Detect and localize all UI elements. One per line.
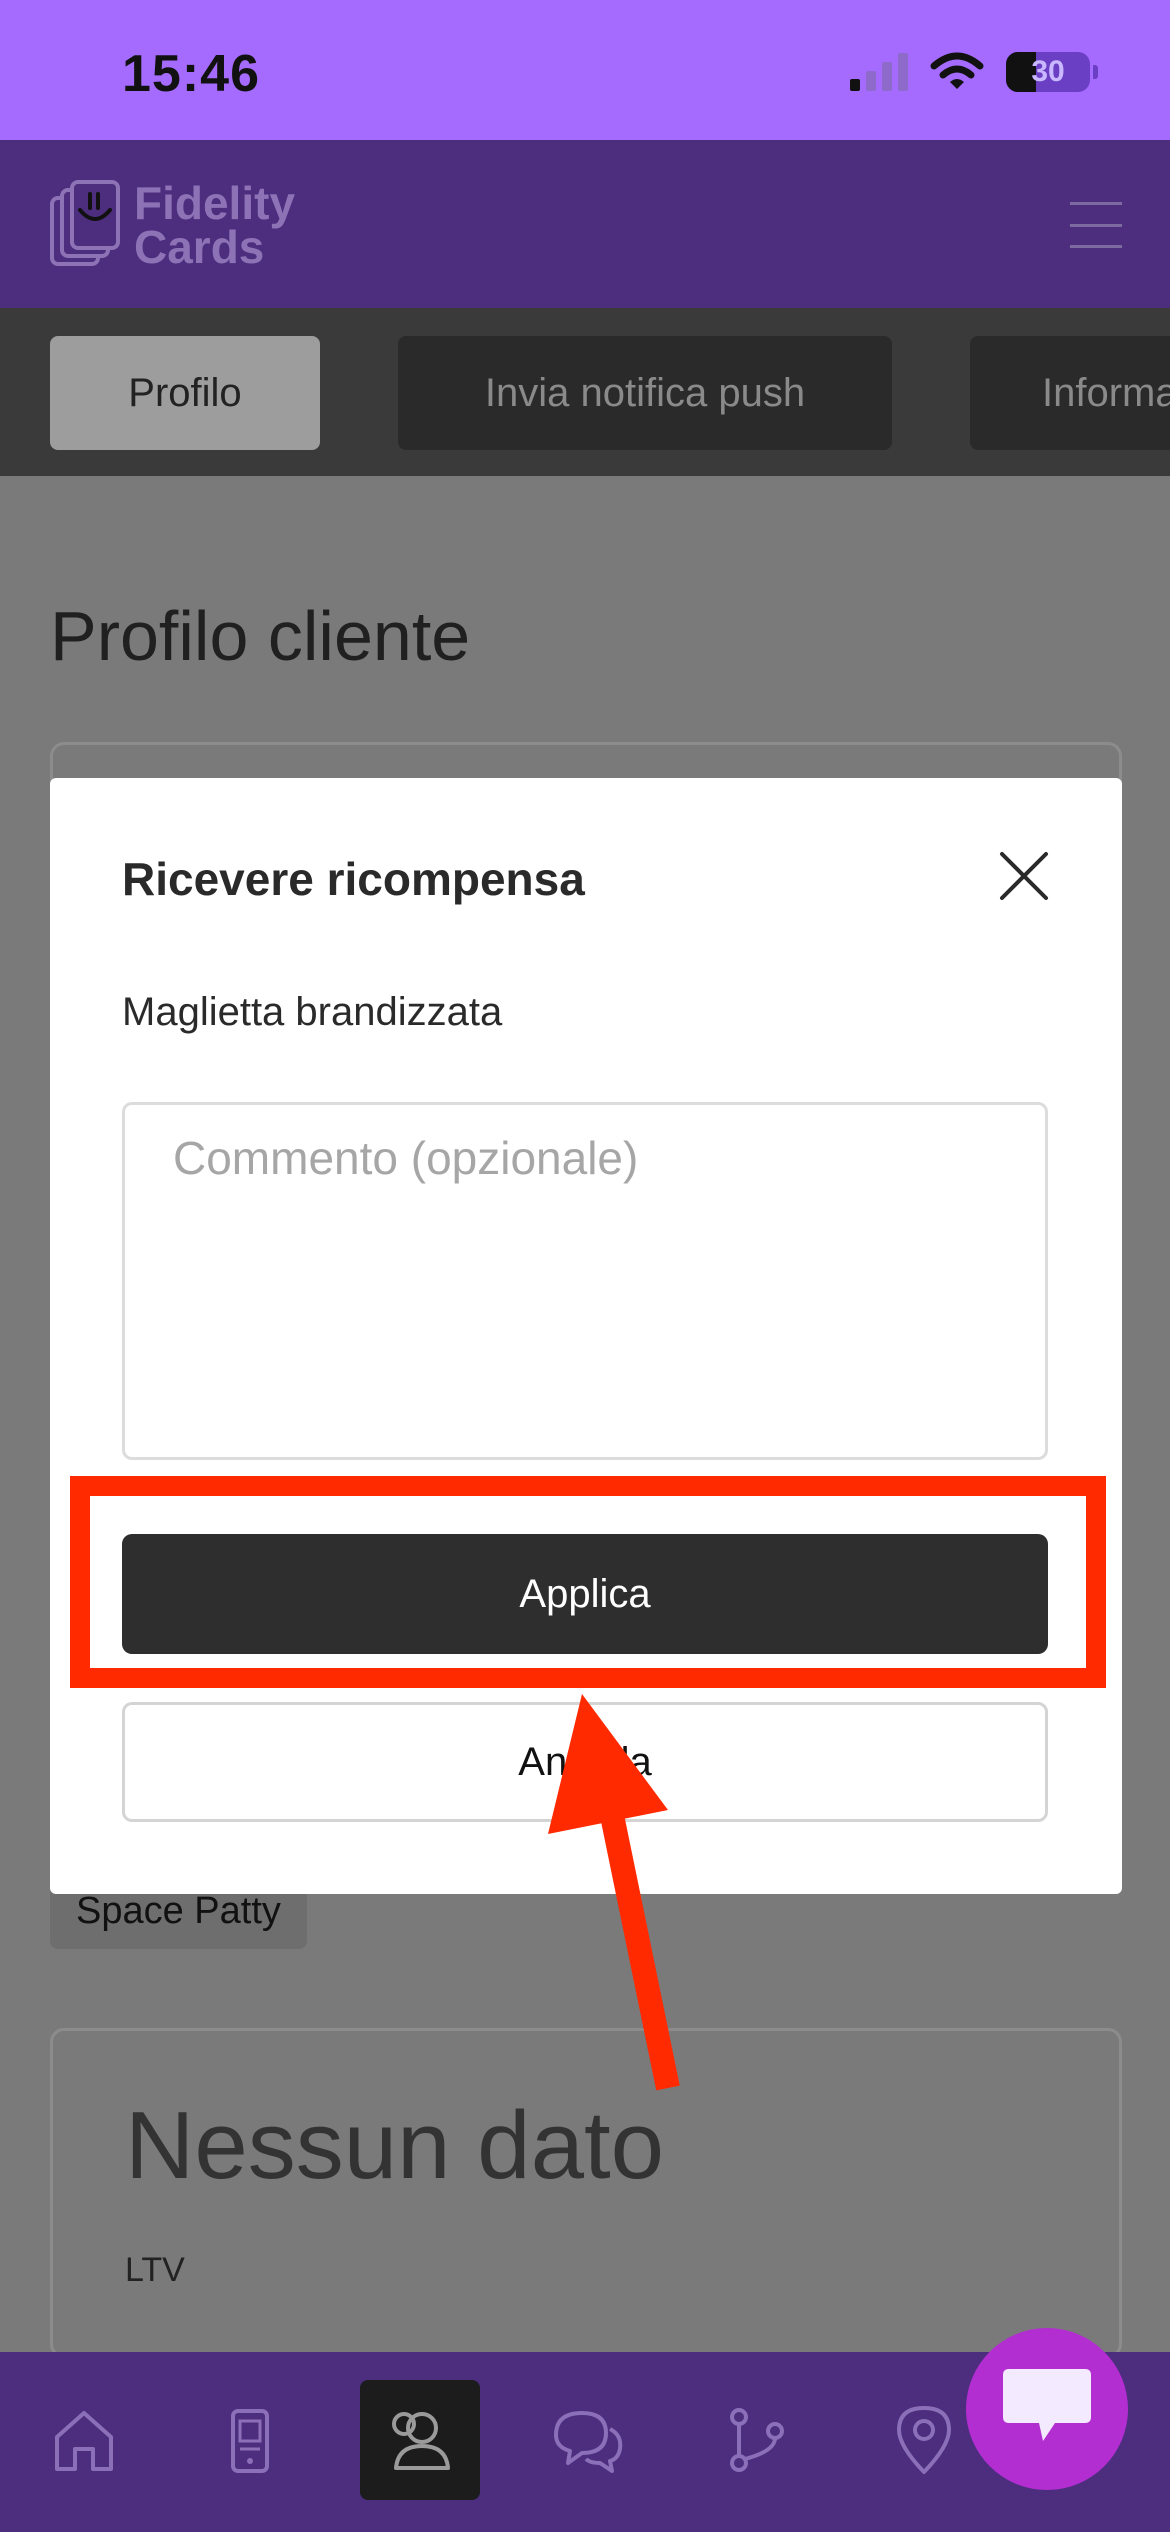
status-bar: 15:46 30	[0, 0, 1170, 140]
cards-logo-icon	[50, 180, 120, 266]
location-icon	[897, 2406, 951, 2474]
page-title: Profilo cliente	[50, 597, 471, 675]
wifi-icon	[930, 52, 984, 89]
status-time: 15:46	[122, 45, 260, 103]
logo-line2: Cards	[134, 221, 265, 273]
tab-profilo[interactable]: Profilo	[50, 336, 320, 450]
cellular-signal-icon	[850, 53, 908, 91]
battery-level: 30	[1031, 55, 1065, 88]
ltv-card: Nessun dato LTV	[50, 2028, 1122, 2358]
close-icon[interactable]	[996, 848, 1052, 904]
logo-line1: Fidelity	[134, 177, 296, 229]
battery-icon: 30	[1006, 52, 1098, 92]
cancel-button[interactable]: Annulla	[122, 1702, 1048, 1822]
support-chat-button[interactable]	[966, 2328, 1128, 2490]
nav-customers[interactable]	[360, 2380, 480, 2500]
customer-icon	[392, 2412, 450, 2470]
nav-home[interactable]	[24, 2380, 144, 2500]
reward-modal: Ricevere ricompensa Maglietta brandizzat…	[50, 778, 1122, 1894]
chat-icon	[554, 2411, 623, 2473]
hamburger-menu-icon[interactable]	[1070, 202, 1122, 248]
flow-icon	[730, 2408, 784, 2472]
tab-push-notification[interactable]: Invia notifica push	[398, 336, 892, 450]
tab-bar: Profilo Invia notifica push Informa	[0, 308, 1170, 476]
status-icons: 30	[850, 52, 1098, 92]
annotation-highlight-box	[70, 1476, 1106, 1688]
tab-informazioni[interactable]: Informa	[970, 336, 1170, 450]
nav-device[interactable]	[190, 2380, 310, 2500]
ltv-label: LTV	[125, 2251, 185, 2289]
logo[interactable]: Fidelity Cards	[50, 180, 295, 270]
modal-title: Ricevere ricompensa	[122, 853, 585, 905]
ltv-value: Nessun dato	[125, 2092, 665, 2199]
comment-input[interactable]	[122, 1102, 1048, 1460]
nav-chat[interactable]	[528, 2380, 648, 2500]
logo-text: Fidelity Cards	[134, 177, 296, 273]
nav-flows[interactable]	[696, 2380, 816, 2500]
app-header: Fidelity Cards	[0, 140, 1170, 308]
reward-name: Maglietta brandizzata	[122, 990, 503, 1034]
chat-bubble-icon	[1003, 2369, 1091, 2441]
device-icon	[231, 2409, 269, 2473]
home-icon	[55, 2411, 113, 2471]
